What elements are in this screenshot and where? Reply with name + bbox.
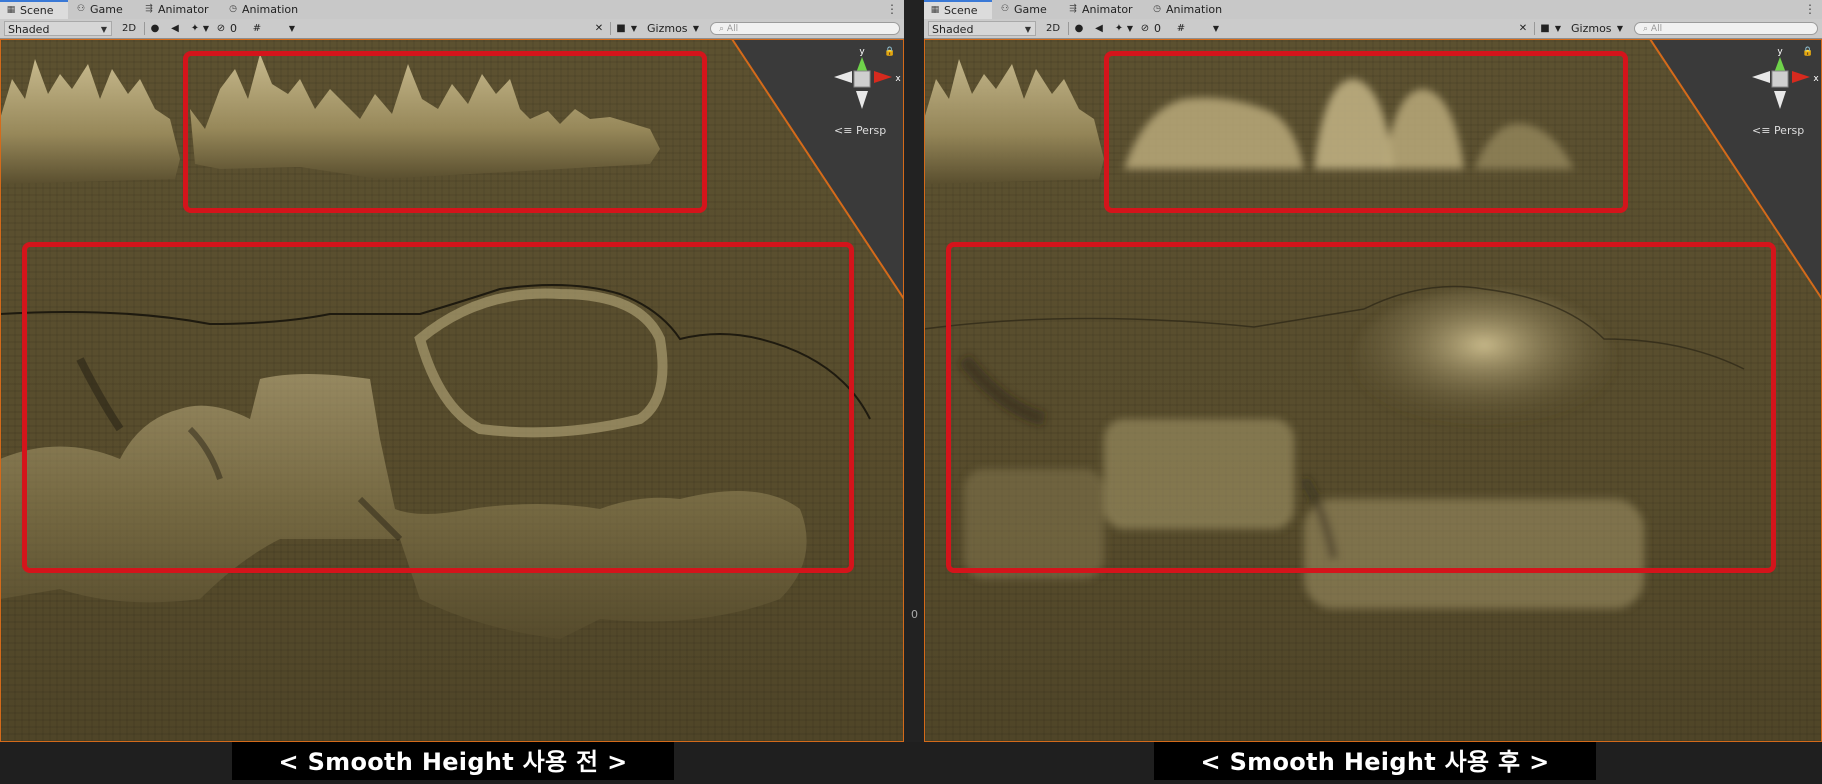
- search-input[interactable]: ⌕ All: [1634, 22, 1818, 35]
- draw-mode-dropdown[interactable]: Shaded ▼: [4, 21, 112, 36]
- effects-icon[interactable]: ✦: [1112, 21, 1126, 36]
- audio-icon[interactable]: ◀: [168, 21, 182, 36]
- clock-icon: ◷: [229, 4, 237, 14]
- tab-animation[interactable]: ◷ Animation: [222, 0, 308, 19]
- projection-label[interactable]: <≡ Persp: [834, 124, 886, 137]
- scene-toolbar: Shaded ▼ 2D ● ◀ ✦ ▼ ⊘ 0 # ▼ ✕ ■ ▼ Gizmos …: [924, 19, 1822, 39]
- tools-icon[interactable]: ✕: [1516, 21, 1530, 36]
- search-icon: ⌕: [1643, 24, 1651, 34]
- hidden-eye-icon[interactable]: ⊘: [1138, 21, 1152, 36]
- scene-toolbar: Shaded ▼ 2D ● ◀ ✦ ▼ ⊘ 0 # ▼ ✕ ■ ▼ Gizmos …: [0, 19, 904, 39]
- more-menu-icon[interactable]: ⋮: [886, 0, 898, 19]
- tab-animator[interactable]: ⇶ Animator: [138, 0, 218, 19]
- tab-animator[interactable]: ⇶ Animator: [1062, 0, 1142, 19]
- clock-icon: ◷: [1153, 4, 1161, 14]
- tab-bar: ▦ Scene ⚇ Game ⇶ Animator ◷ Animation ⋮: [924, 0, 1822, 20]
- search-icon: ⌕: [719, 24, 727, 34]
- grid-icon: ▦: [930, 5, 940, 15]
- highlight-box-walls: [22, 242, 854, 573]
- highlight-box-walls: [946, 242, 1776, 573]
- highlight-box-mountains: [183, 51, 707, 213]
- grid-icon: ▦: [6, 5, 16, 15]
- audio-icon[interactable]: ◀: [1092, 21, 1106, 36]
- tab-animation[interactable]: ◷ Animation: [1146, 0, 1232, 19]
- divider: [610, 22, 611, 35]
- scene-panel-after: ▦ Scene ⚇ Game ⇶ Animator ◷ Animation ⋮ Shad…: [924, 0, 1822, 742]
- lighting-icon[interactable]: ●: [1072, 21, 1086, 36]
- hidden-count: 0: [1154, 22, 1161, 35]
- tab-scene[interactable]: ▦ Scene: [0, 0, 68, 19]
- highlight-box-mountains: [1104, 51, 1628, 213]
- chevron-down-icon[interactable]: ▼: [1212, 21, 1220, 36]
- tab-bar: ▦ Scene ⚇ Game ⇶ Animator ◷ Animation ⋮: [0, 0, 904, 20]
- chevron-down-icon[interactable]: ▼: [1616, 21, 1624, 36]
- grid-toggle-icon[interactable]: #: [250, 21, 264, 36]
- camera-icon[interactable]: ■: [614, 21, 628, 36]
- chevron-down-icon[interactable]: ▼: [630, 21, 638, 36]
- hidden-count: 0: [230, 22, 237, 35]
- more-menu-icon[interactable]: ⋮: [1804, 0, 1816, 19]
- gamepad-icon: ⚇: [1000, 4, 1010, 14]
- panel-divider: [904, 0, 924, 742]
- persp-icon: <≡: [1752, 124, 1774, 137]
- divider: [1534, 22, 1535, 35]
- scene-viewport[interactable]: 🔒 y x <≡ Persp: [924, 39, 1822, 742]
- tab-scene[interactable]: ▦ Scene: [924, 0, 992, 19]
- divider: [144, 22, 145, 35]
- scene-panel-before: ▦ Scene ⚇ Game ⇶ Animator ◷ Animation ⋮ Shad…: [0, 0, 904, 742]
- toggle-2d-button[interactable]: 2D: [1042, 21, 1064, 36]
- grid-toggle-icon[interactable]: #: [1174, 21, 1188, 36]
- persp-icon: <≡: [834, 124, 856, 137]
- caption-after: < Smooth Height 사용 후 >: [1154, 742, 1596, 780]
- caption-before: < Smooth Height 사용 전 >: [232, 742, 674, 780]
- lighting-icon[interactable]: ●: [148, 21, 162, 36]
- y-axis-label: y: [1777, 47, 1783, 57]
- y-axis-label: y: [859, 47, 865, 57]
- chevron-down-icon[interactable]: ▼: [202, 21, 210, 36]
- gizmos-dropdown[interactable]: Gizmos: [1568, 21, 1612, 36]
- chevron-down-icon[interactable]: ▼: [692, 21, 700, 36]
- hidden-eye-icon[interactable]: ⊘: [214, 21, 228, 36]
- effects-icon[interactable]: ✦: [188, 21, 202, 36]
- chevron-down-icon[interactable]: ▼: [1126, 21, 1134, 36]
- animator-icon: ⇶: [145, 4, 153, 14]
- toggle-2d-button[interactable]: 2D: [118, 21, 140, 36]
- tab-game[interactable]: ⚇ Game: [994, 0, 1056, 19]
- tools-icon[interactable]: ✕: [592, 21, 606, 36]
- gizmos-dropdown[interactable]: Gizmos: [644, 21, 688, 36]
- scene-viewport[interactable]: 🔒 y x <≡ Persp: [0, 39, 904, 742]
- x-axis-label: x: [1813, 74, 1819, 84]
- divider: [1068, 22, 1069, 35]
- chevron-down-icon: ▼: [100, 25, 107, 34]
- chevron-down-icon[interactable]: ▼: [1554, 21, 1562, 36]
- chevron-down-icon[interactable]: ▼: [288, 21, 296, 36]
- projection-label[interactable]: <≡ Persp: [1752, 124, 1804, 137]
- search-input[interactable]: ⌕ All: [710, 22, 900, 35]
- animator-icon: ⇶: [1069, 4, 1077, 14]
- divider-mark: 0: [911, 608, 918, 621]
- camera-icon[interactable]: ■: [1538, 21, 1552, 36]
- chevron-down-icon: ▼: [1024, 25, 1031, 34]
- tab-game[interactable]: ⚇ Game: [70, 0, 132, 19]
- draw-mode-dropdown[interactable]: Shaded ▼: [928, 21, 1036, 36]
- x-axis-label: x: [895, 74, 901, 84]
- gamepad-icon: ⚇: [76, 4, 86, 14]
